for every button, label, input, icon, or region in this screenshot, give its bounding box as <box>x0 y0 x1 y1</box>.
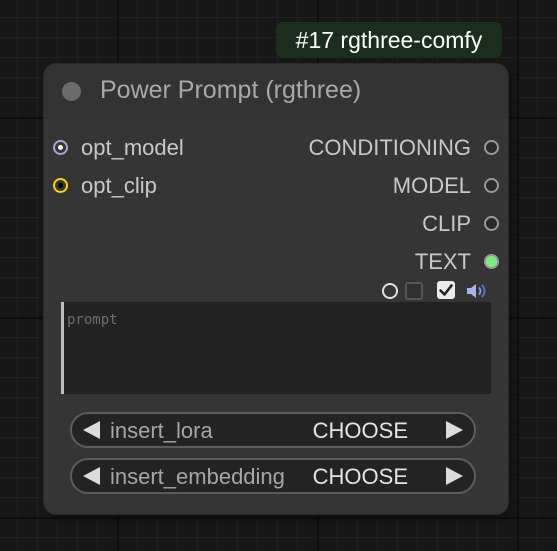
right-arrow-icon[interactable] <box>446 421 463 439</box>
power-prompt-node[interactable]: Power Prompt (rgthree) opt_model opt_cli… <box>44 64 508 514</box>
node-header[interactable]: Power Prompt (rgthree) <box>44 64 508 119</box>
insert-embedding-value[interactable]: CHOOSE <box>313 464 408 490</box>
insert-embedding-label: insert_embedding <box>110 464 285 489</box>
input-dot-opt-clip[interactable] <box>53 178 68 193</box>
prompt-textarea[interactable]: prompt <box>61 302 491 394</box>
left-arrow-icon[interactable] <box>83 421 100 439</box>
output-label-model: MODEL <box>392 173 471 198</box>
collapse-toggle-icon[interactable] <box>62 82 81 101</box>
output-dot-text[interactable] <box>484 254 499 269</box>
output-label-conditioning: CONDITIONING <box>308 135 471 160</box>
output-dot-clip[interactable] <box>484 216 499 231</box>
speaker-icon[interactable] <box>465 281 491 301</box>
checkbox-unchecked-icon[interactable] <box>405 282 423 300</box>
insert-lora-value[interactable]: CHOOSE <box>313 418 408 444</box>
right-arrow-icon[interactable] <box>446 467 463 485</box>
output-label-clip: CLIP <box>422 211 471 236</box>
insert-embedding-combo[interactable]: insert_embedding CHOOSE <box>70 458 476 494</box>
input-dot-opt-model[interactable] <box>53 140 68 155</box>
output-label-text: TEXT <box>414 249 471 274</box>
left-arrow-icon[interactable] <box>83 467 100 485</box>
input-label-opt-model: opt_model <box>81 135 184 160</box>
output-dot-conditioning[interactable] <box>484 140 499 155</box>
input-label-opt-clip: opt_clip <box>81 173 157 198</box>
output-dot-model[interactable] <box>484 178 499 193</box>
checkbox-checked-icon[interactable] <box>437 281 455 299</box>
circle-icon[interactable] <box>382 283 398 299</box>
insert-lora-combo[interactable]: insert_lora CHOOSE <box>70 412 476 448</box>
insert-lora-label: insert_lora <box>110 418 213 443</box>
node-id-badge: #17 rgthree-comfy <box>276 22 502 58</box>
node-title: Power Prompt (rgthree) <box>100 76 362 104</box>
prompt-placeholder: prompt <box>67 312 118 328</box>
